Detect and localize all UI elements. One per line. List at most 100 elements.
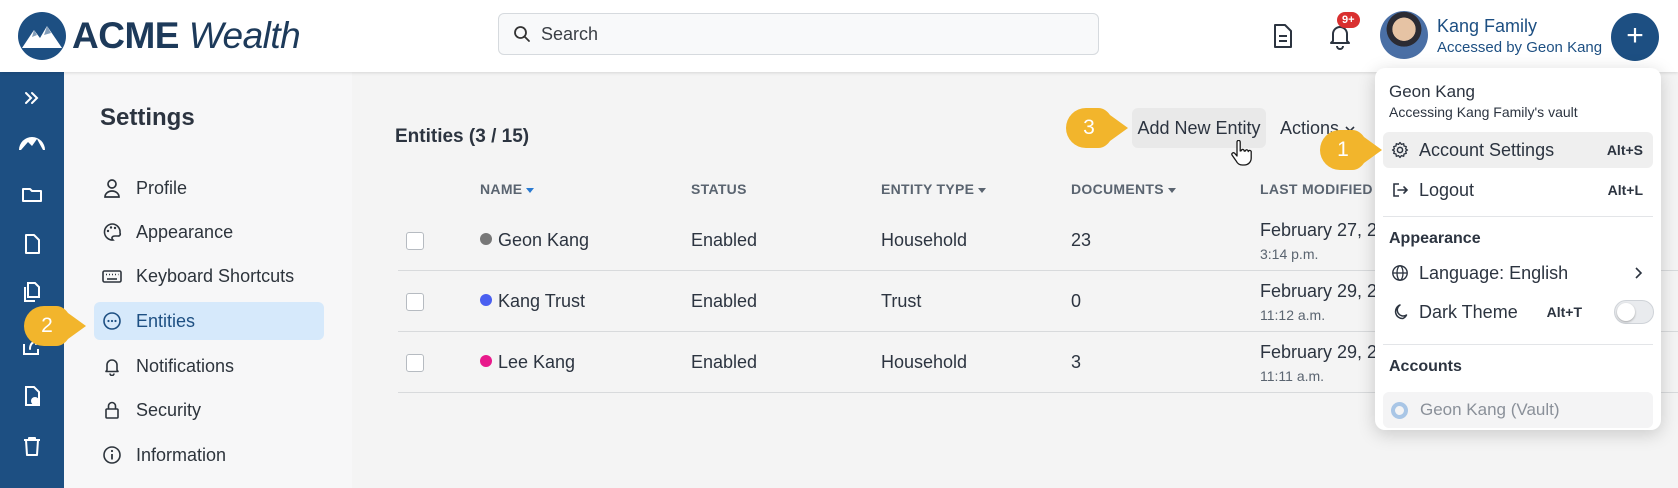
- sidebar-item-keyboard-shortcuts[interactable]: Keyboard Shortcuts: [94, 257, 324, 295]
- entity-name[interactable]: Geon Kang: [480, 230, 589, 251]
- account-settings-shortcut: Alt+S: [1606, 142, 1643, 158]
- radio-icon: [1391, 401, 1408, 419]
- menu-divider: [1383, 216, 1653, 217]
- search-bar[interactable]: [498, 13, 1099, 55]
- search-icon: [514, 26, 530, 42]
- sidebar-item-label: Information: [136, 444, 227, 465]
- sidebar-item-notifications[interactable]: Notifications: [94, 347, 324, 385]
- document-icon[interactable]: [1270, 22, 1296, 50]
- folder-icon[interactable]: [20, 182, 44, 206]
- palette-icon: [103, 223, 122, 241]
- files-icon[interactable]: [20, 280, 44, 304]
- entity-documents: 0: [1071, 291, 1082, 311]
- globe-icon: [1392, 265, 1408, 281]
- dark-theme-menu-item[interactable]: Dark Theme Alt+T: [1383, 294, 1654, 330]
- sidebar-item-label: Profile: [136, 177, 188, 198]
- entity-color-dot: [480, 233, 492, 245]
- callout-number: 2: [41, 314, 53, 337]
- entity-modified-time: 3:14 p.m.: [1260, 246, 1319, 262]
- keyboard-icon: [102, 270, 122, 283]
- column-header-last-modified[interactable]: LAST MODIFIED: [1260, 181, 1373, 197]
- top-header: ACME Wealth 9+ Kang Family Accessed by G…: [0, 0, 1678, 72]
- callout-number: 1: [1337, 138, 1349, 161]
- entity-documents: 3: [1071, 352, 1082, 372]
- entity-color-dot: [480, 294, 492, 306]
- avatar[interactable]: [1380, 11, 1428, 59]
- add-button[interactable]: +: [1611, 13, 1659, 61]
- left-rail: [0, 72, 64, 488]
- expand-icon[interactable]: [20, 86, 44, 110]
- menu-user-sub: Accessing Kang Family's vault: [1389, 104, 1578, 120]
- appearance-section-header: Appearance: [1389, 230, 1481, 247]
- account-settings-menu-item[interactable]: Account Settings Alt+S: [1383, 132, 1653, 168]
- menu-user-name: Geon Kang: [1389, 82, 1476, 101]
- entity-name[interactable]: Kang Trust: [480, 291, 585, 312]
- home-logo-icon[interactable]: [17, 130, 47, 154]
- menu-divider: [1383, 344, 1653, 345]
- logo-text: ACME Wealth: [72, 15, 301, 56]
- callout-3: 3: [1064, 106, 1130, 155]
- acme-wealth-logo[interactable]: ACME Wealth: [16, 10, 301, 62]
- entity-modified-date: February 29, 20: [1260, 342, 1388, 362]
- sidebar-item-label: Keyboard Shortcuts: [136, 265, 295, 286]
- sidebar-item-label: Entities: [136, 310, 196, 331]
- accounts-section-header: Accounts: [1389, 358, 1462, 375]
- sidebar-item-profile[interactable]: Profile: [94, 169, 324, 207]
- moon-icon: [1394, 304, 1408, 320]
- file-info-icon[interactable]: [20, 384, 44, 408]
- column-header-entity-type[interactable]: ENTITY TYPE: [881, 181, 987, 197]
- entity-modified-date: February 29, 20: [1260, 281, 1388, 301]
- entity-name[interactable]: Lee Kang: [480, 352, 575, 373]
- sort-caret-icon: [526, 187, 535, 193]
- language-menu-item[interactable]: Language: English: [1383, 255, 1653, 291]
- logout-label: Logout: [1419, 179, 1475, 200]
- mountain-logo-icon: [18, 12, 66, 60]
- sidebar-item-information[interactable]: Information: [94, 436, 324, 474]
- account-name[interactable]: Kang Family: [1437, 16, 1537, 37]
- row-checkbox[interactable]: [406, 232, 424, 250]
- file-icon[interactable]: [20, 232, 44, 256]
- callout-number: 3: [1083, 116, 1095, 139]
- trash-icon[interactable]: [20, 434, 44, 458]
- bell-icon: [105, 359, 119, 376]
- gear-icon: [1391, 141, 1409, 159]
- sidebar-item-label: Notifications: [136, 355, 235, 376]
- lock-icon: [105, 401, 119, 419]
- row-checkbox[interactable]: [406, 293, 424, 311]
- sidebar-item-label: Security: [136, 399, 202, 420]
- chevron-right-icon: [1635, 267, 1643, 279]
- entity-documents: 23: [1071, 230, 1092, 250]
- hand-cursor-icon: [1231, 140, 1252, 166]
- dark-theme-label: Dark Theme: [1419, 301, 1518, 322]
- search-input[interactable]: [541, 23, 1061, 45]
- entity-status: Enabled: [691, 291, 758, 311]
- notification-badge: 9+: [1337, 12, 1360, 28]
- entity-color-dot: [480, 355, 492, 367]
- dots-circle-icon: [103, 312, 121, 330]
- column-header-name[interactable]: NAME: [480, 181, 535, 197]
- callout-1: 1: [1318, 128, 1384, 177]
- entities-title: Entities (3 / 15): [395, 126, 530, 147]
- settings-title: Settings: [100, 104, 195, 131]
- sidebar-item-appearance[interactable]: Appearance: [94, 213, 324, 251]
- column-header-status: STATUS: [691, 181, 747, 197]
- language-label: Language: English: [1419, 262, 1569, 283]
- sidebar-item-label: Appearance: [136, 221, 234, 242]
- entity-type: Household: [881, 352, 968, 372]
- entity-type: Trust: [881, 291, 922, 311]
- logout-menu-item[interactable]: Logout Alt+L: [1383, 172, 1653, 208]
- logout-shortcut: Alt+L: [1607, 182, 1643, 198]
- row-checkbox[interactable]: [406, 354, 424, 372]
- sort-caret-icon: [978, 187, 987, 193]
- entity-modified-time: 11:12 a.m.: [1260, 307, 1326, 323]
- column-header-documents[interactable]: DOCUMENTS: [1071, 181, 1176, 197]
- sort-caret-icon: [1167, 187, 1176, 193]
- dark-theme-toggle[interactable]: [1614, 300, 1654, 324]
- sidebar-item-entities[interactable]: Entities: [94, 302, 324, 340]
- account-accessed-by[interactable]: Accessed by Geon Kang: [1437, 39, 1602, 56]
- vault-account-item[interactable]: Geon Kang (Vault): [1383, 392, 1653, 428]
- sidebar-item-security[interactable]: Security: [94, 391, 324, 429]
- account-menu: Geon Kang Accessing Kang Family's vault …: [1375, 68, 1661, 430]
- person-icon: [104, 179, 120, 198]
- logout-icon: [1393, 183, 1409, 197]
